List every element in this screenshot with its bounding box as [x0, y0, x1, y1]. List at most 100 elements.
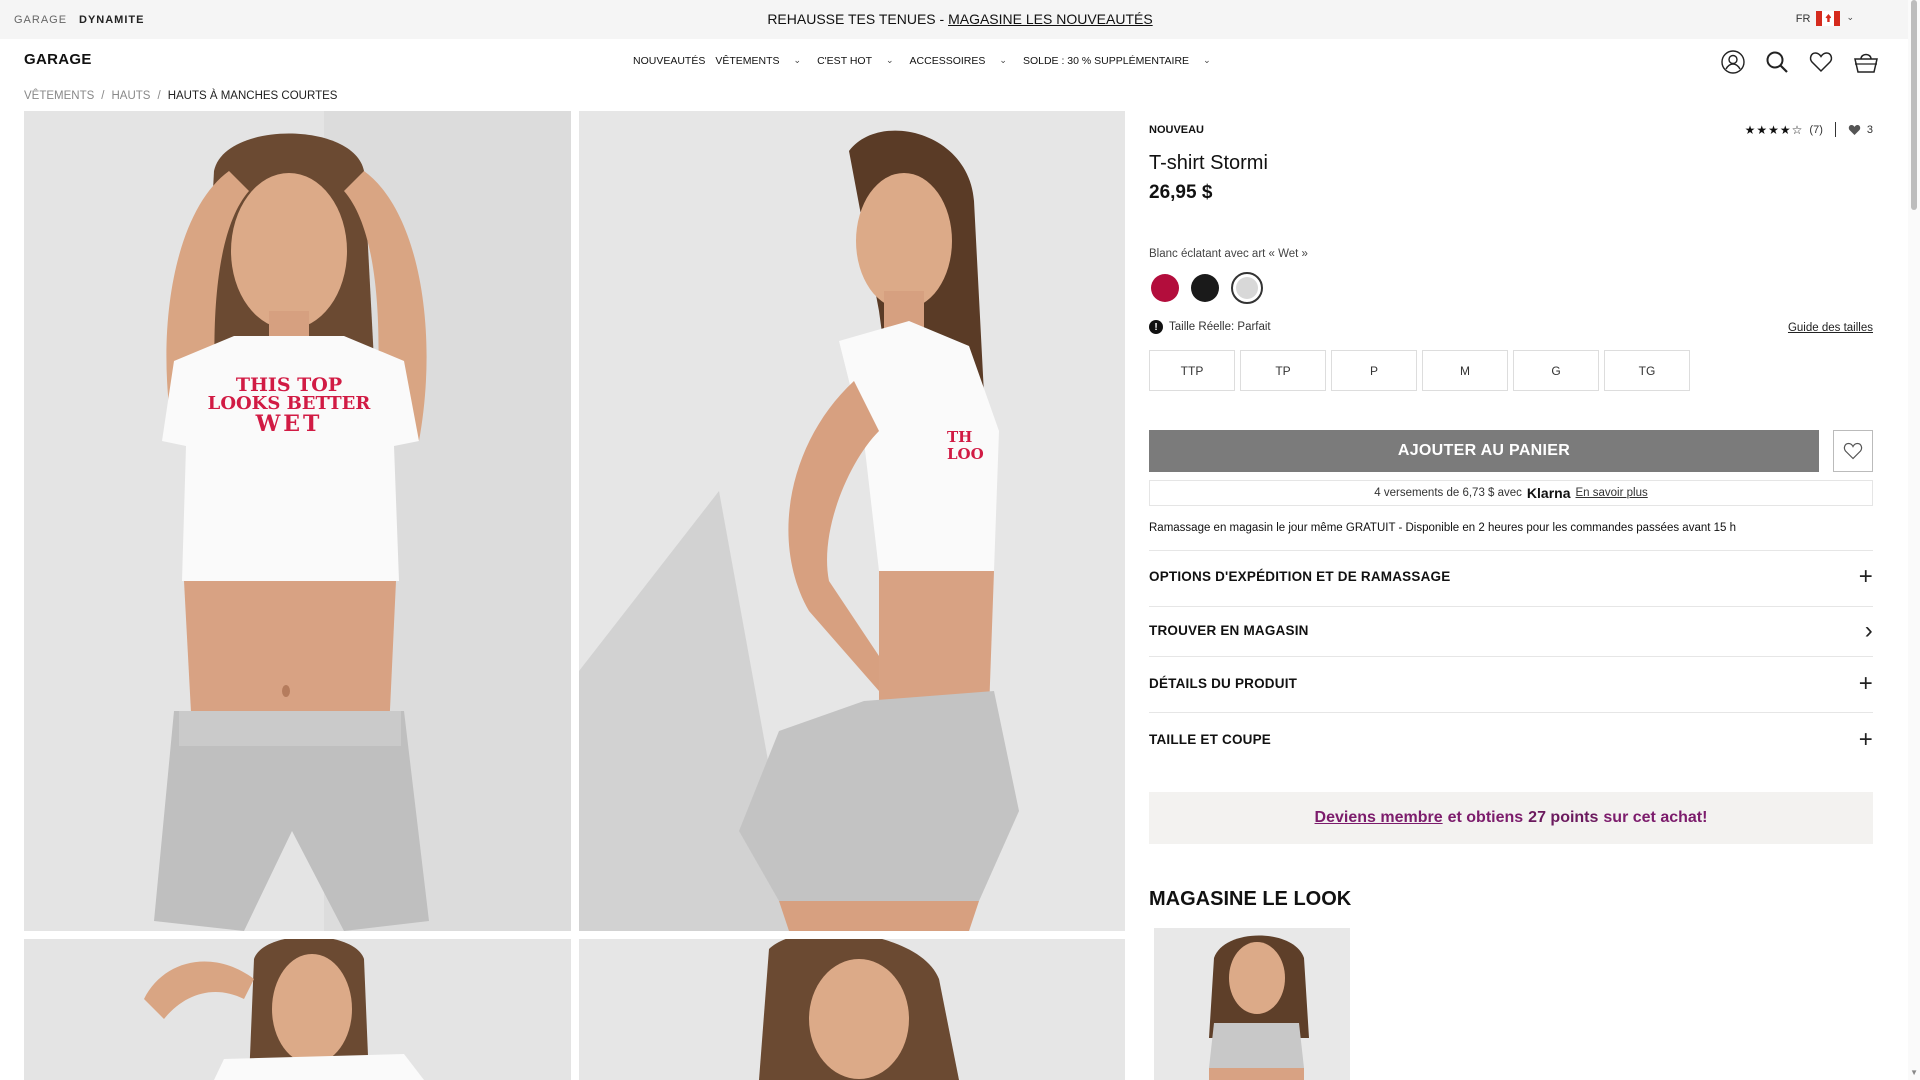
breadcrumb-vetements[interactable]: VÊTEMENTS	[24, 90, 94, 102]
size-selector: TTP TP P M G TG	[1149, 350, 1690, 391]
nav-item-vetements[interactable]: VÊTEMENTS ⌄	[715, 54, 802, 68]
size-option-p[interactable]: P	[1331, 350, 1417, 391]
chevron-down-icon: ⌄	[1203, 54, 1211, 65]
size-option-ttp[interactable]: TTP	[1149, 350, 1235, 391]
member-text: et obtiens	[1447, 809, 1524, 826]
become-member-link[interactable]: Deviens membre	[1315, 809, 1443, 827]
fit-indicator: ! Taille Réelle: Parfait	[1149, 320, 1271, 334]
rating-stars[interactable]: ★★★★☆	[1745, 123, 1804, 137]
scrollbar-thumb[interactable]	[1911, 0, 1917, 210]
chevron-down-icon: ⌄	[1846, 12, 1854, 22]
main-nav: NOUVEAUTÉS VÊTEMENTS ⌄ C'EST HOT ⌄ ACCESSO…	[633, 54, 1211, 68]
promo-text: REHAUSSE TES TENUES -	[767, 11, 949, 27]
shirt-print-line: TH	[947, 428, 973, 446]
nav-label: ACCESSOIRES	[909, 55, 986, 67]
breadcrumb-separator: /	[157, 90, 161, 102]
product-photo-side[interactable]: TH LOO	[579, 111, 1125, 931]
color-swatches	[1151, 272, 1263, 304]
accordion-find-in-store[interactable]: TROUVER EN MAGASIN ›	[1149, 606, 1873, 654]
nav-label: NOUVEAUTÉS	[633, 55, 706, 67]
language-label: FR	[1795, 12, 1811, 25]
plus-icon: +	[1858, 562, 1873, 590]
chevron-right-icon: ›	[1864, 616, 1873, 644]
chevron-down-icon: ⌄	[793, 54, 802, 65]
shirt-print-line: WET	[255, 411, 323, 437]
breadcrumb-separator: /	[101, 90, 105, 102]
pickup-info: Ramassage en magasin le jour même GRATUI…	[1149, 522, 1737, 534]
accordion-label: DÉTAILS DU PRODUIT	[1149, 676, 1298, 691]
nav-item-nouveautes[interactable]: NOUVEAUTÉS	[633, 55, 705, 67]
klarna-installments: 4 versements de 6,73 $ avec Klarna En sa…	[1149, 480, 1873, 506]
product-photo-3[interactable]	[24, 939, 571, 1080]
new-badge: NOUVEAU	[1149, 124, 1205, 136]
accordion-shipping[interactable]: OPTIONS D'EXPÉDITION ET DE RAMASSAGE +	[1149, 550, 1873, 602]
nav-label: VÊTEMENTS	[715, 55, 780, 67]
heart-icon[interactable]	[1808, 49, 1834, 75]
color-label: Blanc éclatant avec art « Wet »	[1149, 248, 1308, 260]
member-points: 27 points	[1528, 809, 1599, 826]
accordion-product-details[interactable]: DÉTAILS DU PRODUIT +	[1149, 656, 1873, 710]
divider	[1834, 122, 1836, 137]
top-bar: GARAGE DYNAMITE REHAUSSE TES TENUES - MA…	[0, 0, 1920, 39]
shirt-print: THIS TOP LOOKS BETTER WET	[204, 376, 374, 437]
shirt-print-side: TH LOO	[947, 429, 984, 462]
member-text: sur cet achat!	[1603, 809, 1708, 826]
accordion-label: TROUVER EN MAGASIN	[1149, 623, 1309, 638]
swatch-black[interactable]	[1191, 274, 1219, 302]
search-icon[interactable]	[1764, 49, 1790, 75]
swatch-white[interactable]	[1231, 272, 1263, 304]
breadcrumb: VÊTEMENTS / HAUTS / HAUTS À MANCHES COUR…	[24, 90, 337, 102]
shop-the-look-heading: MAGASINE LE LOOK	[1149, 888, 1352, 910]
plus-icon: +	[1858, 669, 1873, 697]
wishlist-button[interactable]	[1833, 430, 1873, 472]
account-icon[interactable]	[1720, 49, 1746, 75]
membership-banner: Deviens membre et obtiens 27 points sur …	[1149, 792, 1873, 844]
wishlist-count: 3	[1866, 123, 1873, 136]
nav-item-solde[interactable]: SOLDE : 30 % SUPPLÉMENTAIRE ⌄	[1022, 54, 1211, 68]
info-icon: !	[1149, 320, 1163, 334]
page-scrollbar[interactable]: ▼	[1908, 0, 1920, 1080]
look-product-thumbnail[interactable]	[1154, 928, 1350, 1080]
shirt-print-line: LOO	[947, 444, 984, 463]
size-option-tg[interactable]: TG	[1604, 350, 1690, 391]
product-photo-4[interactable]	[579, 939, 1125, 1080]
nav-item-accessoires[interactable]: ACCESSOIRES ⌄	[909, 54, 1007, 68]
language-selector[interactable]: FR ⌄	[1796, 11, 1854, 26]
header-icons	[1720, 49, 1880, 75]
size-guide-link[interactable]: Guide des tailles	[1788, 322, 1873, 334]
chevron-down-icon: ⌄	[999, 54, 1007, 65]
accordion-size-fit[interactable]: TAILLE ET COUPE +	[1149, 712, 1873, 766]
breadcrumb-hauts[interactable]: HAUTS	[112, 90, 151, 102]
klarna-text: 4 versements de 6,73 $ avec	[1374, 487, 1522, 499]
bag-icon[interactable]	[1852, 49, 1880, 75]
chevron-down-icon: ⌄	[886, 54, 894, 65]
heart-icon	[1843, 442, 1863, 460]
canada-flag-icon	[1816, 11, 1841, 26]
klarna-logo: Klarna	[1526, 485, 1571, 501]
size-option-tp[interactable]: TP	[1240, 350, 1326, 391]
promo-link[interactable]: MAGASINE LES NOUVEAUTÉS	[948, 11, 1153, 27]
product-title: T-shirt Stormi	[1149, 152, 1268, 174]
swatch-red[interactable]	[1151, 274, 1179, 302]
size-option-g[interactable]: G	[1513, 350, 1599, 391]
breadcrumb-current: HAUTS À MANCHES COURTES	[167, 90, 338, 102]
size-option-m[interactable]: M	[1422, 350, 1508, 391]
nav-label: SOLDE : 30 % SUPPLÉMENTAIRE	[1022, 55, 1190, 67]
rating-summary: ★★★★☆ (7) 3	[1745, 122, 1873, 137]
accordion-label: OPTIONS D'EXPÉDITION ET DE RAMASSAGE	[1149, 569, 1451, 584]
nav-label: C'EST HOT	[817, 55, 872, 67]
product-price: 26,95 $	[1149, 182, 1213, 203]
fit-text: Taille Réelle: Parfait	[1169, 321, 1271, 333]
add-to-cart-button[interactable]: AJOUTER AU PANIER	[1149, 430, 1819, 472]
scroll-down-arrow-icon[interactable]: ▼	[1910, 1068, 1918, 1077]
klarna-learn-more-link[interactable]: En savoir plus	[1576, 487, 1648, 499]
site-header: GARAGE NOUVEAUTÉS VÊTEMENTS ⌄ C'EST HOT ⌄ …	[0, 39, 1920, 83]
plus-icon: +	[1858, 725, 1873, 753]
promo-banner: REHAUSSE TES TENUES - MAGASINE LES NOUVE…	[0, 11, 1920, 27]
accordion-label: TAILLE ET COUPE	[1149, 732, 1272, 747]
nav-item-cest-hot[interactable]: C'EST HOT ⌄	[817, 54, 894, 68]
site-logo[interactable]: GARAGE	[24, 51, 92, 68]
heart-icon[interactable]	[1848, 124, 1861, 136]
product-photo-front[interactable]: THIS TOP LOOKS BETTER WET	[24, 111, 571, 931]
rating-count[interactable]: (7)	[1809, 124, 1822, 136]
